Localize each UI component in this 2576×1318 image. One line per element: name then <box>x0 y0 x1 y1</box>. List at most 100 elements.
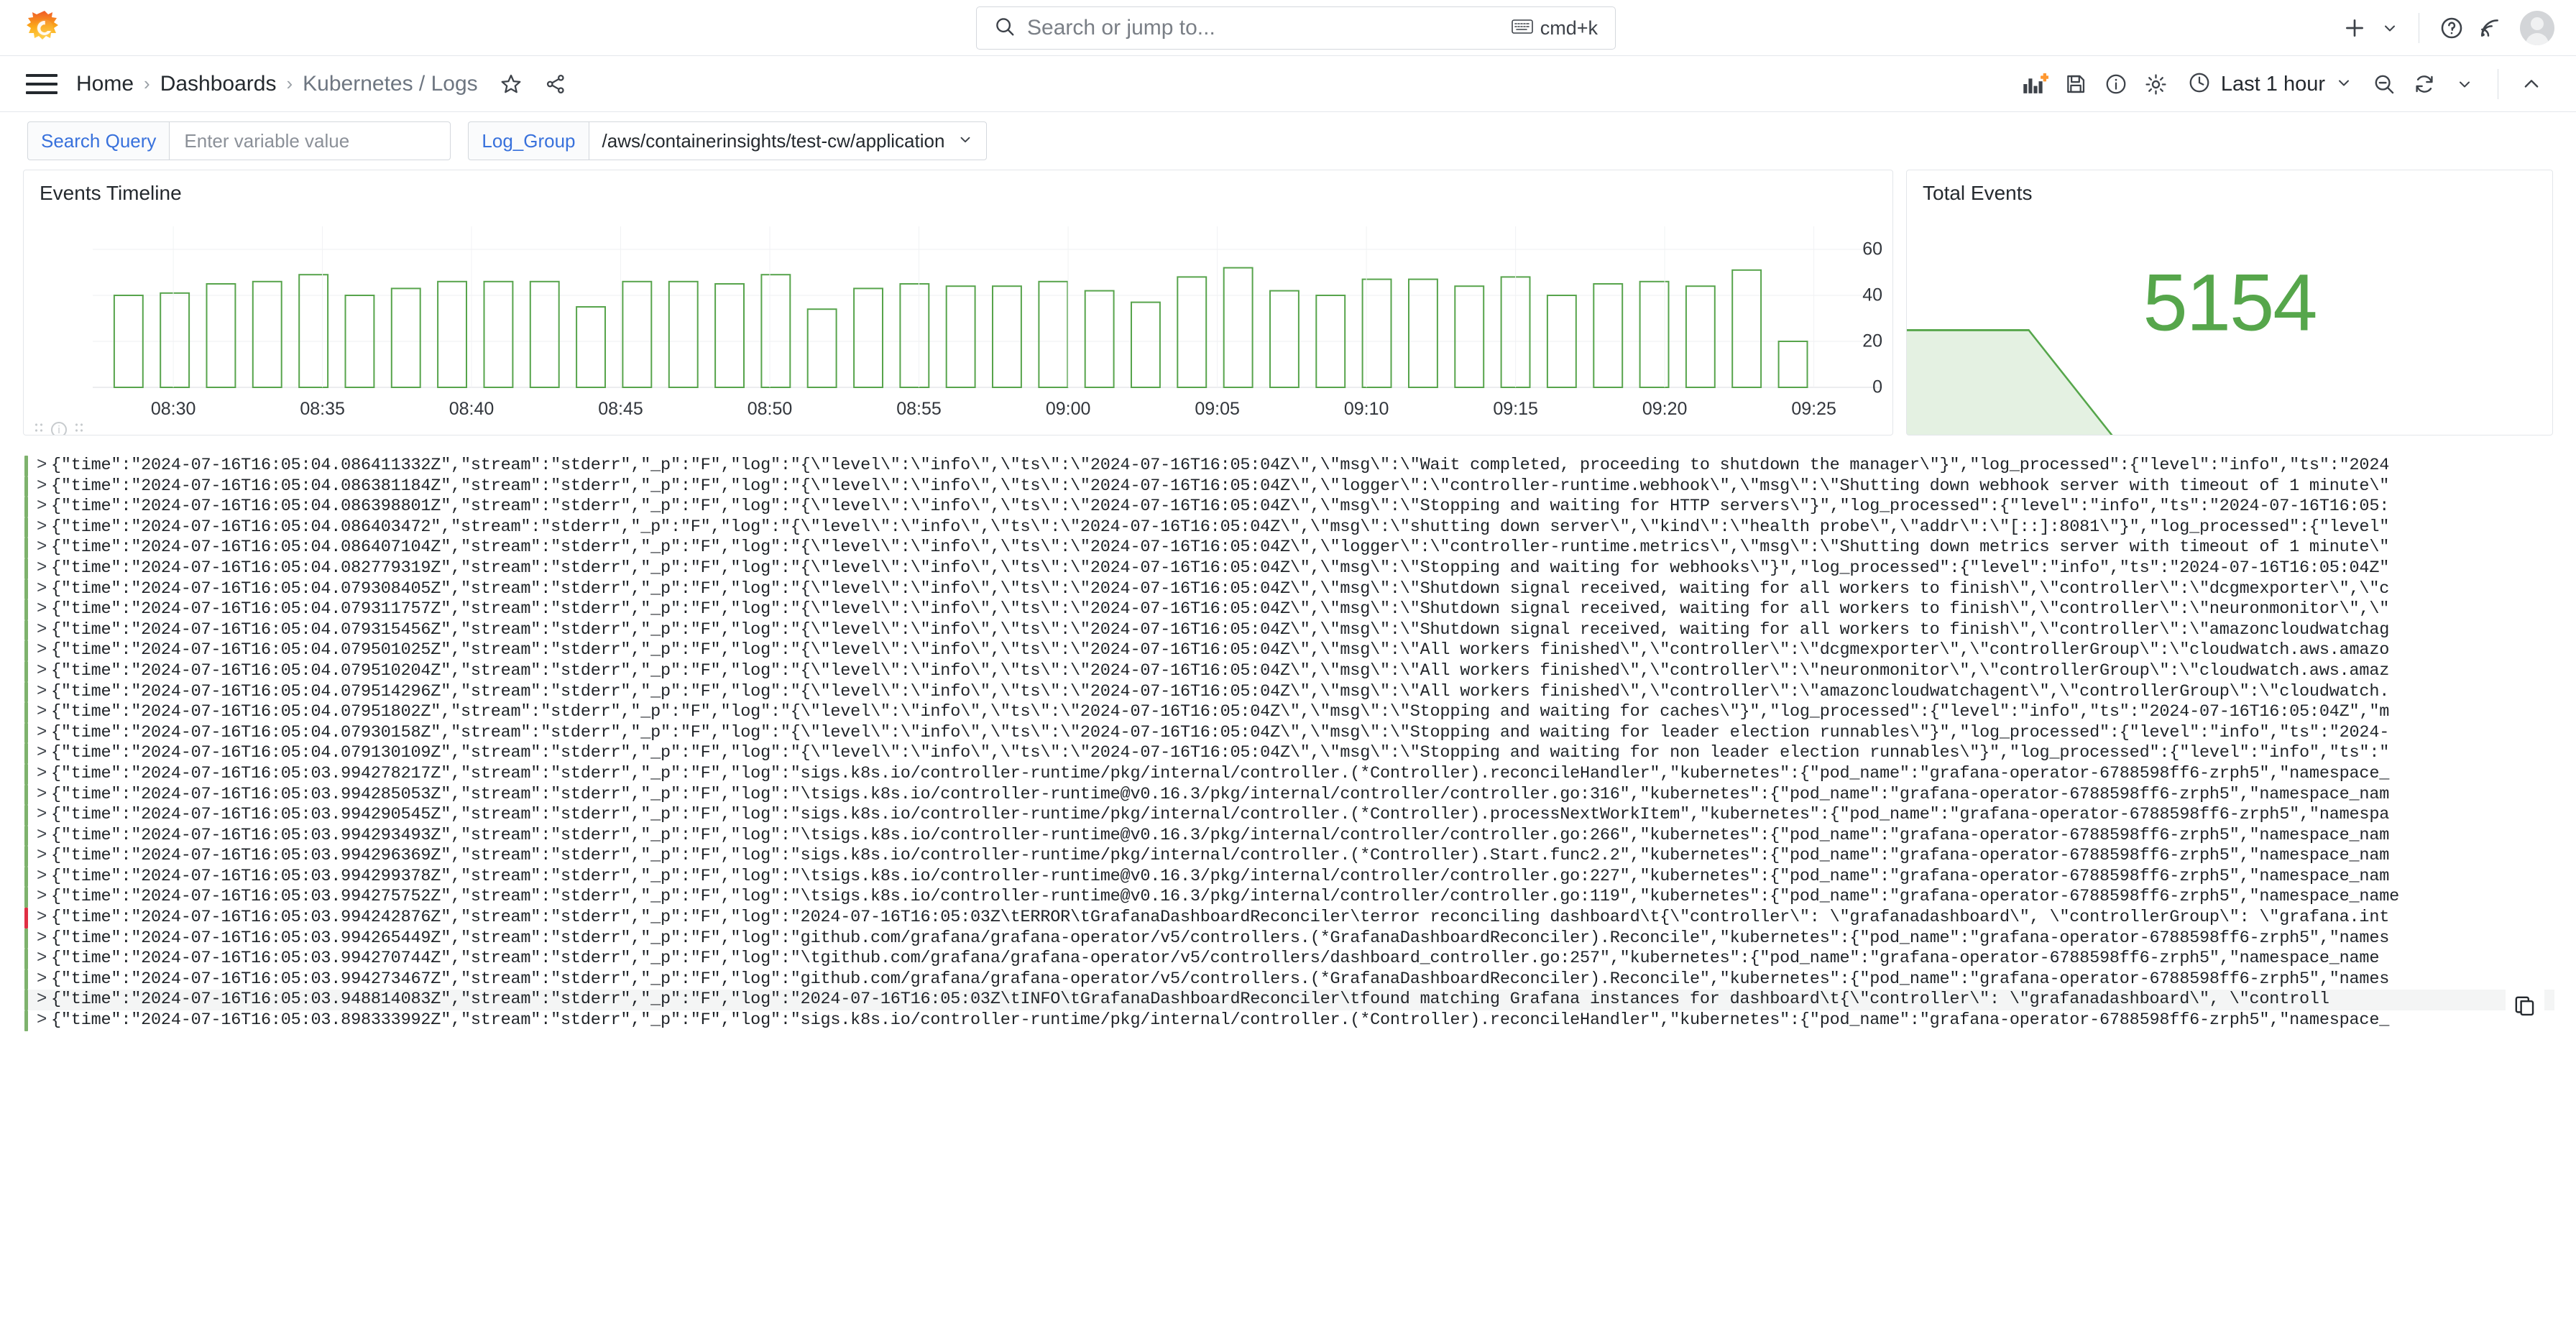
copy-icon[interactable] <box>2506 986 2544 1026</box>
user-avatar[interactable] <box>2520 11 2554 45</box>
log-expand-chevron-icon[interactable]: > <box>37 599 51 620</box>
create-new-button[interactable] <box>2335 6 2374 50</box>
log-row[interactable]: > {"time":"2024-07-16T16:05:03.994296369Z… <box>24 846 2554 867</box>
search-input-placeholder[interactable]: Search or jump to... <box>1027 16 1512 40</box>
x-axis-tick: 08:30 <box>150 399 196 419</box>
log-row[interactable]: > {"time":"2024-07-16T16:05:03.994290545Z… <box>24 805 2554 826</box>
log-expand-chevron-icon[interactable]: > <box>37 949 51 969</box>
events-timeline-chart[interactable]: 0 20 40 60 08:30 08:35 08:40 08:45 08:50 08:55 09:… <box>24 211 1892 435</box>
x-axis-tick: 08:50 <box>747 399 793 419</box>
log-expand-chevron-icon[interactable]: > <box>37 826 51 847</box>
logs-panel[interactable]: > {"time":"2024-07-16T16:05:04.086411332Z… <box>0 456 2576 1031</box>
favorite-star-icon[interactable] <box>500 73 523 96</box>
log-row[interactable]: > {"time":"2024-07-16T16:05:04.079510204Z… <box>24 660 2554 682</box>
breadcrumb-item-home[interactable]: Home <box>76 72 134 96</box>
log-expand-chevron-icon[interactable]: > <box>37 1010 51 1031</box>
log-expand-chevron-icon[interactable]: > <box>37 476 51 497</box>
global-search-bar[interactable]: Search or jump to... cmd+k <box>976 6 1616 50</box>
panel-events-timeline[interactable]: Events Timeline 0 20 40 60 08:30 08:35 08:40 08… <box>23 170 1893 436</box>
time-range-picker[interactable]: Last 1 hour <box>2176 63 2364 105</box>
log-row[interactable]: > {"time":"2024-07-16T16:05:04.086407104Z… <box>24 538 2554 558</box>
y-axis-tick: 20 <box>1862 331 1882 351</box>
log-expand-chevron-icon[interactable]: > <box>37 620 51 641</box>
log-row[interactable]: > {"time":"2024-07-16T16:05:03.994270744Z… <box>24 949 2554 969</box>
log-row[interactable]: > {"time":"2024-07-16T16:05:03.994278217Z… <box>24 763 2554 785</box>
share-icon[interactable] <box>544 73 567 96</box>
log-level-indicator <box>24 579 28 600</box>
save-dashboard-icon[interactable] <box>2056 63 2096 105</box>
log-expand-chevron-icon[interactable]: > <box>37 497 51 517</box>
log-expand-chevron-icon[interactable]: > <box>37 579 51 600</box>
log-row[interactable]: > {"time":"2024-07-16T16:05:03.994293493Z… <box>24 825 2554 847</box>
log-expand-chevron-icon[interactable]: > <box>37 969 51 990</box>
log-row[interactable]: > {"time":"2024-07-16T16:05:04.079130109Z… <box>24 743 2554 764</box>
log-expand-chevron-icon[interactable]: > <box>37 908 51 928</box>
panel-total-events[interactable]: Total Events 5154 <box>1906 170 2553 436</box>
add-panel-icon[interactable] <box>2015 63 2056 105</box>
log-expand-chevron-icon[interactable]: > <box>37 785 51 806</box>
log-row[interactable]: > {"time":"2024-07-16T16:05:03.948814083Z… <box>24 990 2554 1011</box>
log-row[interactable]: > {"time":"2024-07-16T16:05:04.07930158Z"… <box>24 722 2554 744</box>
log-row[interactable]: > {"time":"2024-07-16T16:05:04.079308405Z… <box>24 579 2554 600</box>
log-expand-chevron-icon[interactable]: > <box>37 928 51 949</box>
log-row[interactable]: > {"time":"2024-07-16T16:05:04.079501025Z… <box>24 640 2554 661</box>
log-expand-chevron-icon[interactable]: > <box>37 538 51 558</box>
create-new-chevron-down-icon[interactable] <box>2374 6 2406 50</box>
log-row[interactable]: > {"time":"2024-07-16T16:05:03.994265449Z… <box>24 928 2554 949</box>
log-expand-chevron-icon[interactable]: > <box>37 517 51 538</box>
log-expand-chevron-icon[interactable]: > <box>37 990 51 1010</box>
log-expand-chevron-icon[interactable]: > <box>37 640 51 661</box>
x-axis-tick: 09:10 <box>1343 399 1389 419</box>
log-message: {"time":"2024-07-16T16:05:03.994293493Z"… <box>51 825 2390 845</box>
log-row[interactable]: > {"time":"2024-07-16T16:05:04.079514296Z… <box>24 681 2554 703</box>
search-query-input[interactable]: Enter variable value <box>169 121 451 160</box>
log-row[interactable]: > {"time":"2024-07-16T16:05:03.994275752Z… <box>24 887 2554 908</box>
log-row[interactable]: > {"time":"2024-07-16T16:05:03.994299378Z… <box>24 866 2554 888</box>
log-message: {"time":"2024-07-16T16:05:03.994275752Z"… <box>51 887 2400 907</box>
log-row[interactable]: > {"time":"2024-07-16T16:05:03.898333992Z… <box>24 1010 2554 1031</box>
log-level-indicator <box>24 866 28 888</box>
log-message: {"time":"2024-07-16T16:05:04.079308405Z"… <box>51 579 2390 599</box>
panel-info-icon[interactable] <box>2096 63 2136 105</box>
log-row[interactable]: > {"time":"2024-07-16T16:05:04.082779319Z… <box>24 558 2554 579</box>
log-expand-chevron-icon[interactable]: > <box>37 805 51 826</box>
refresh-interval-chevron-down-icon[interactable] <box>2444 63 2485 105</box>
log-row[interactable]: > {"time":"2024-07-16T16:05:04.079311757Z… <box>24 599 2554 620</box>
log-message: {"time":"2024-07-16T16:05:04.086403472",… <box>51 517 2390 537</box>
help-icon[interactable] <box>2432 6 2471 50</box>
log-group-select[interactable]: /aws/containerinsights/test-cw/applicati… <box>588 121 988 160</box>
dashboard-settings-gear-icon[interactable] <box>2136 63 2176 105</box>
log-expand-chevron-icon[interactable]: > <box>37 702 51 723</box>
log-row[interactable]: > {"time":"2024-07-16T16:05:03.994273467Z… <box>24 969 2554 990</box>
panel-drag-handle[interactable]: i <box>34 422 84 435</box>
breadcrumb-item-kubernetes-logs[interactable]: Kubernetes / Logs <box>303 72 478 96</box>
log-expand-chevron-icon[interactable]: > <box>37 723 51 744</box>
log-level-indicator <box>24 969 28 990</box>
log-level-indicator <box>24 784 28 806</box>
log-row[interactable]: > {"time":"2024-07-16T16:05:04.07951802Z"… <box>24 702 2554 723</box>
log-expand-chevron-icon[interactable]: > <box>37 661 51 682</box>
log-row[interactable]: > {"time":"2024-07-16T16:05:04.086381184Z… <box>24 476 2554 497</box>
log-expand-chevron-icon[interactable]: > <box>37 682 51 703</box>
log-expand-chevron-icon[interactable]: > <box>37 867 51 888</box>
log-expand-chevron-icon[interactable]: > <box>37 743 51 764</box>
zoom-out-time-range-icon[interactable] <box>2364 63 2404 105</box>
log-expand-chevron-icon[interactable]: > <box>37 456 51 476</box>
log-expand-chevron-icon[interactable]: > <box>37 887 51 908</box>
collapse-toolbar-chevron-up-icon[interactable] <box>2511 63 2552 105</box>
log-row[interactable]: > {"time":"2024-07-16T16:05:03.994242876Z… <box>24 908 2554 928</box>
menu-toggle-icon[interactable] <box>26 68 58 100</box>
log-row[interactable]: > {"time":"2024-07-16T16:05:04.086403472"… <box>24 517 2554 538</box>
refresh-dashboard-icon[interactable] <box>2404 63 2444 105</box>
log-expand-chevron-icon[interactable]: > <box>37 558 51 579</box>
log-expand-chevron-icon[interactable]: > <box>37 764 51 785</box>
news-feed-icon[interactable] <box>2471 6 2508 50</box>
log-row[interactable]: > {"time":"2024-07-16T16:05:04.079315456Z… <box>24 619 2554 641</box>
log-row[interactable]: > {"time":"2024-07-16T16:05:04.086411332Z… <box>24 456 2554 476</box>
log-row[interactable]: > {"time":"2024-07-16T16:05:03.994285053Z… <box>24 784 2554 806</box>
log-row[interactable]: > {"time":"2024-07-16T16:05:04.086398801Z… <box>24 497 2554 517</box>
log-level-indicator <box>24 702 28 723</box>
breadcrumb-item-dashboards[interactable]: Dashboards <box>160 72 277 96</box>
log-expand-chevron-icon[interactable]: > <box>37 846 51 867</box>
grafana-logo[interactable] <box>26 9 63 47</box>
